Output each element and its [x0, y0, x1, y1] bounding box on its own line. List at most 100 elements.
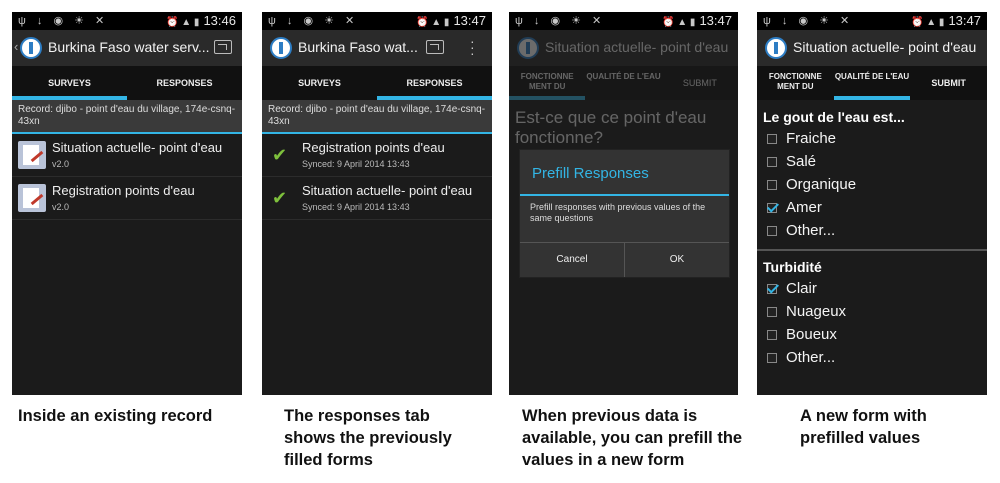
option-checkbox[interactable]: Organique — [757, 174, 987, 197]
tab-responses[interactable]: RESPONSES — [127, 66, 242, 100]
list-item[interactable]: Registration points d'eau v2.0 — [12, 177, 242, 220]
option-label: Clair — [786, 280, 817, 297]
map-icon[interactable] — [426, 40, 444, 54]
app-title: Burkina Faso wat... — [298, 39, 418, 55]
caption-2: The responses tab shows the previously f… — [284, 407, 452, 469]
signal-icons: ⏰ ▲ ▮ — [416, 17, 450, 28]
list-item-title: Registration points d'eau — [302, 140, 445, 155]
option-checkbox[interactable]: Nuageux — [757, 301, 987, 324]
option-checkbox[interactable]: Boueux — [757, 324, 987, 347]
tab-fonctionnement[interactable]: FONCTIONNE MENT DU — [757, 66, 834, 100]
notification-icons: ψ ↓ ◉ ☀ ✕ — [515, 15, 606, 27]
tab-responses[interactable]: RESPONSES — [377, 66, 492, 100]
list-item-title: Situation actuelle- point d'eau — [52, 140, 223, 155]
form-icon — [18, 184, 46, 212]
signal-icons: ⏰ ▲ ▮ — [662, 17, 696, 28]
option-label: Organique — [786, 176, 857, 193]
check-icon: ✔ — [272, 188, 288, 208]
checkbox-icon — [767, 180, 777, 190]
tab-fonctionnement[interactable]: FONCTIONNE MENT DU — [509, 66, 586, 100]
tab-bar: FONCTIONNE MENT DU QUALITÉ DE L'EAU SUBM… — [757, 66, 987, 100]
divider — [757, 249, 987, 251]
tab-bar: SURVEYS RESPONSES — [12, 66, 242, 100]
action-bar: Burkina Faso wat... · · · — [262, 30, 492, 66]
checkbox-checked-icon — [767, 203, 777, 213]
signal-icons: ⏰ ▲ ▮ — [166, 17, 200, 28]
phone-screen-2: ψ ↓ ◉ ☀ ✕ ⏰ ▲ ▮ 13:47 Burkina Faso wat...… — [262, 12, 492, 395]
overflow-menu-icon[interactable]: · · · — [470, 34, 475, 60]
check-icon: ✔ — [272, 145, 288, 165]
status-bar: ψ ↓ ◉ ☀ ✕ ⏰ ▲ ▮ 13:46 — [12, 12, 242, 30]
tab-bar: SURVEYS RESPONSES — [262, 66, 492, 100]
dialog-buttons: Cancel OK — [520, 242, 729, 277]
option-label: Salé — [786, 153, 817, 170]
option-label: Other... — [786, 349, 836, 366]
action-bar: ‹ Burkina Faso water serv... — [12, 30, 242, 66]
app-logo-icon[interactable] — [20, 37, 42, 59]
form-title: Situation actuelle- point d'eau — [793, 39, 977, 55]
option-checkbox[interactable]: Amer — [757, 197, 987, 220]
tab-submit[interactable]: SUBMIT — [662, 66, 738, 100]
action-bar: Situation actuelle- point d'eau — [509, 30, 738, 66]
option-label: Nuageux — [786, 303, 847, 320]
caption-1: Inside an existing record — [18, 407, 213, 425]
checkbox-checked-icon — [767, 284, 777, 294]
phone-screen-1: ψ ↓ ◉ ☀ ✕ ⏰ ▲ ▮ 13:46 ‹ Burkina Faso wate… — [12, 12, 242, 395]
list-item-version: v2.0 — [52, 159, 70, 169]
status-bar: ψ ↓ ◉ ☀ ✕ ⏰ ▲ ▮ 13:47 — [509, 12, 738, 30]
option-checkbox[interactable]: Other... — [757, 220, 987, 243]
list-item[interactable]: ✔ Situation actuelle- point d'eau Synced… — [262, 177, 492, 220]
tab-submit[interactable]: SUBMIT — [910, 66, 987, 100]
cancel-button[interactable]: Cancel — [520, 243, 624, 277]
tab-surveys[interactable]: SURVEYS — [12, 66, 127, 100]
checkbox-icon — [767, 157, 777, 167]
signal-icons: ⏰ ▲ ▮ — [911, 17, 945, 28]
app-logo-icon[interactable] — [270, 37, 292, 59]
prefill-dialog: Prefill Responses Prefill responses with… — [519, 149, 730, 278]
form-icon — [18, 141, 46, 169]
list-item-synced: Synced: 9 April 2014 13:43 — [302, 159, 410, 169]
tab-qualite[interactable]: QUALITÉ DE L'EAU — [585, 66, 661, 100]
option-label: Amer — [786, 199, 822, 216]
checkbox-icon — [767, 330, 777, 340]
option-label: Fraiche — [786, 130, 837, 147]
checkbox-icon — [767, 134, 777, 144]
ok-button[interactable]: OK — [624, 243, 729, 277]
tab-surveys[interactable]: SURVEYS — [262, 66, 377, 100]
phone-screen-4: ψ ↓ ◉ ☀ ✕ ⏰ ▲ ▮ 13:47 Situation actuelle-… — [757, 12, 987, 395]
checkbox-icon — [767, 226, 777, 236]
dialog-title: Prefill Responses — [520, 150, 729, 196]
notification-icons: ψ ↓ ◉ ☀ ✕ — [268, 15, 359, 27]
list-item[interactable]: ✔ Registration points d'eau Synced: 9 Ap… — [262, 134, 492, 177]
caption-4: A new form with prefilled values — [800, 407, 927, 447]
list-item-synced: Synced: 9 April 2014 13:43 — [302, 202, 410, 212]
app-logo-icon[interactable] — [765, 37, 787, 59]
status-time: 13:46 — [203, 13, 236, 28]
status-time: 13:47 — [699, 13, 732, 28]
notification-icons: ψ ↓ ◉ ☀ ✕ — [763, 15, 854, 27]
status-bar: ψ ↓ ◉ ☀ ✕ ⏰ ▲ ▮ 13:47 — [262, 12, 492, 30]
status-time: 13:47 — [948, 13, 981, 28]
record-label: Record: djibo - point d'eau du village, … — [12, 100, 242, 134]
list-item-title: Registration points d'eau — [52, 183, 195, 198]
question-title: Turbidité — [763, 259, 822, 275]
action-bar: Situation actuelle- point d'eau — [757, 30, 987, 66]
form-title: Situation actuelle- point d'eau — [545, 39, 729, 55]
record-label: Record: djibo - point d'eau du village, … — [262, 100, 492, 134]
tab-bar: FONCTIONNE MENT DU QUALITÉ DE L'EAU SUBM… — [509, 66, 738, 100]
list-item-version: v2.0 — [52, 202, 70, 212]
tab-qualite[interactable]: QUALITÉ DE L'EAU — [833, 66, 911, 100]
option-checkbox[interactable]: Fraiche — [757, 128, 987, 151]
option-label: Other... — [786, 222, 836, 239]
dialog-message: Prefill responses with previous values o… — [530, 202, 706, 223]
option-checkbox[interactable]: Other... — [757, 347, 987, 370]
option-checkbox[interactable]: Salé — [757, 151, 987, 174]
back-chevron-icon[interactable]: ‹ — [14, 39, 18, 54]
map-icon[interactable] — [214, 40, 232, 54]
list-item[interactable]: Situation actuelle- point d'eau v2.0 — [12, 134, 242, 177]
status-bar: ψ ↓ ◉ ☀ ✕ ⏰ ▲ ▮ 13:47 — [757, 12, 987, 30]
caption-3: When previous data is available, you can… — [522, 407, 743, 469]
option-checkbox[interactable]: Clair — [757, 278, 987, 301]
option-label: Boueux — [786, 326, 837, 343]
phone-screen-3: ψ ↓ ◉ ☀ ✕ ⏰ ▲ ▮ 13:47 Situation actuelle-… — [509, 12, 738, 395]
